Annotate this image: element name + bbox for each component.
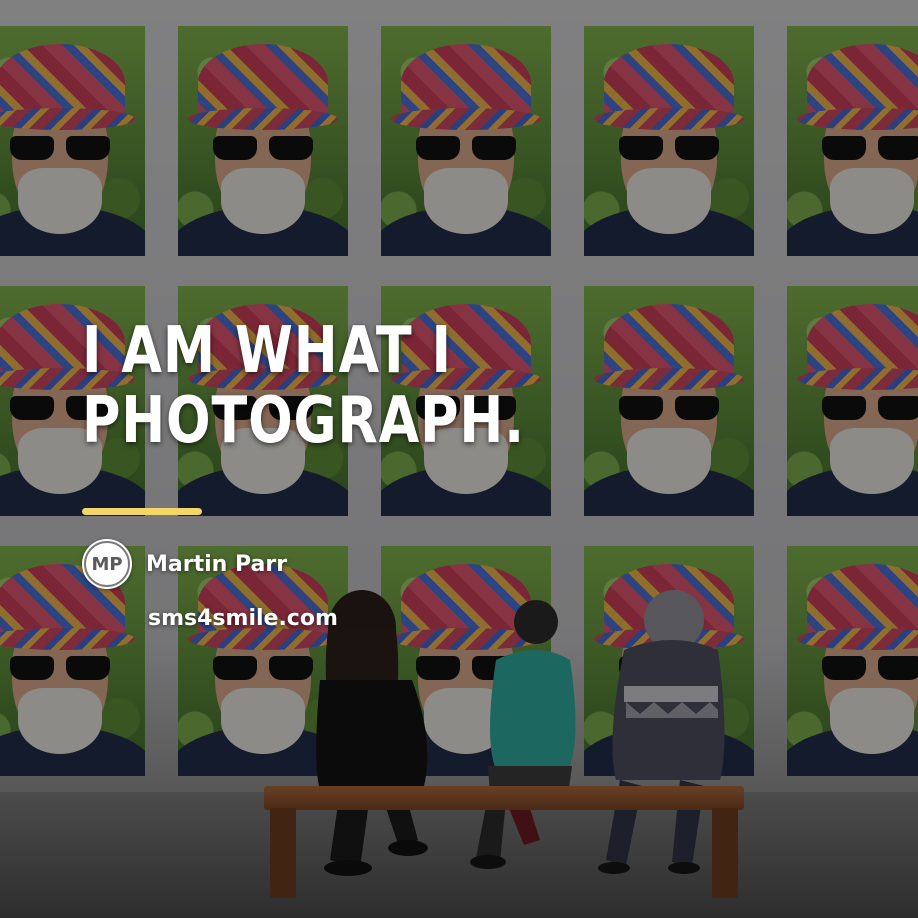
site-url: sms4smile.com (148, 606, 338, 631)
quote-underline (82, 508, 202, 515)
author-row: MP Martin Parr (82, 539, 287, 589)
quote-line-1: I am what I (82, 314, 452, 388)
dark-overlay (0, 0, 918, 918)
avatar: MP (82, 539, 132, 589)
quote-text: I am what I photograph. (82, 316, 525, 456)
quote-line-2: photograph. (82, 384, 525, 458)
quote-card: I am what I photograph. MP Martin Parr s… (0, 0, 918, 918)
avatar-initials: MP (84, 541, 130, 587)
author-name: Martin Parr (146, 551, 288, 577)
